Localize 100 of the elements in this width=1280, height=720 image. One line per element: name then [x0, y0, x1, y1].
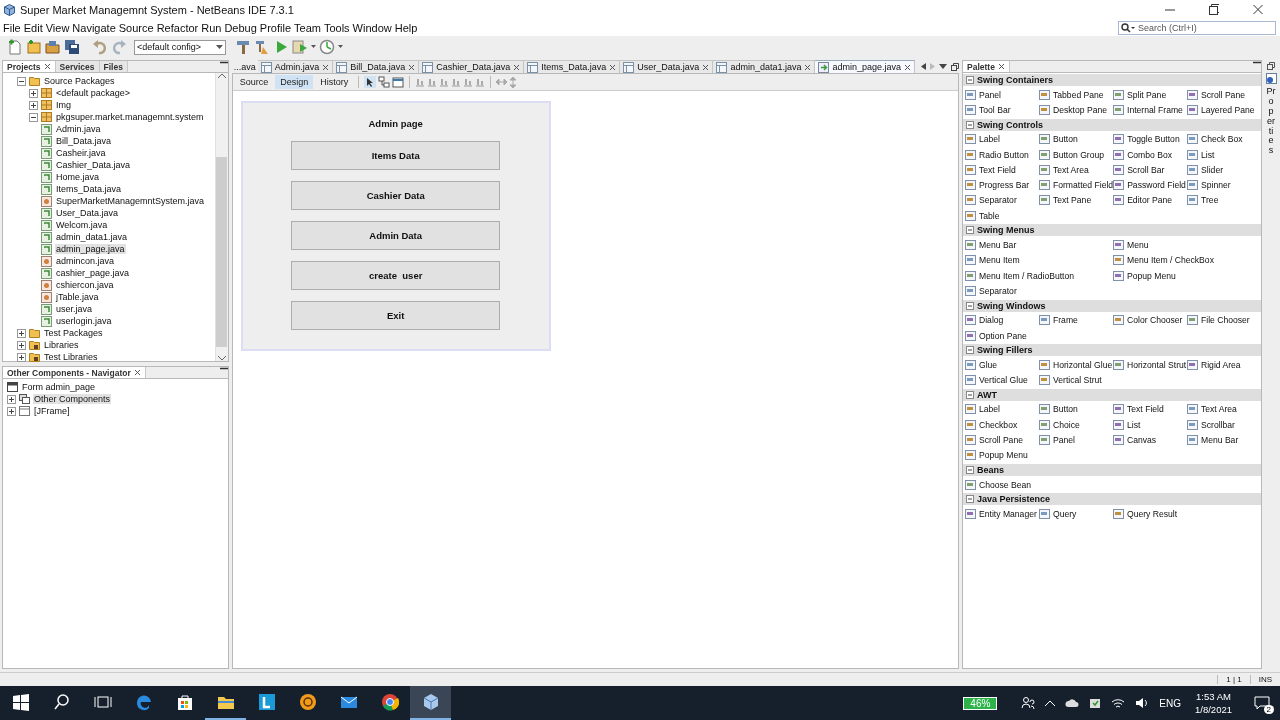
- component-entry[interactable]: Tool Bar: [965, 102, 1039, 118]
- outline-node[interactable]: [JFrame]: [33, 406, 71, 416]
- form-button[interactable]: Items Data: [291, 141, 501, 170]
- outline-node[interactable]: admincon.java: [55, 256, 116, 266]
- collapse-icon[interactable]: [29, 112, 38, 122]
- component-entry[interactable]: Choice: [1039, 417, 1113, 433]
- component-entry[interactable]: Button Group: [1038, 146, 1114, 163]
- category-header[interactable]: Java Persistence: [963, 493, 1261, 506]
- search-icon[interactable]: [52, 693, 71, 711]
- config-dropdown[interactable]: <default config>: [134, 39, 226, 55]
- component-entry[interactable]: Menu Bar: [965, 237, 1113, 253]
- cloud-icon[interactable]: [1065, 698, 1080, 708]
- editor-tab[interactable]: admin_data1.java: [713, 60, 816, 73]
- selection-mode-icon[interactable]: [364, 76, 377, 88]
- dock-tab[interactable]: Services: [55, 61, 100, 72]
- component-entry[interactable]: Query: [1039, 506, 1113, 522]
- component-entry[interactable]: Radio Button: [965, 146, 1039, 163]
- open-project-icon[interactable]: [45, 39, 61, 55]
- category-header[interactable]: Beans: [963, 463, 1261, 476]
- component-entry[interactable]: Horizontal Strut: [1113, 357, 1187, 373]
- edge-icon[interactable]: [134, 693, 153, 711]
- search-field[interactable]: Search (Ctrl+I): [1118, 20, 1276, 35]
- close-icon[interactable]: [408, 63, 416, 71]
- component-entry[interactable]: Scroll Bar: [1113, 162, 1188, 178]
- category-header[interactable]: Swing Controls: [963, 118, 1261, 131]
- component-entry[interactable]: Check Box: [1187, 131, 1261, 147]
- debug-icon[interactable]: [292, 39, 308, 55]
- menubar-entry[interactable]: Edit: [23, 21, 46, 34]
- component-entry[interactable]: Rigid Area: [1187, 357, 1261, 373]
- scrollbar[interactable]: [214, 73, 228, 361]
- component-entry[interactable]: Menu Item / CheckBox: [1113, 252, 1261, 268]
- component-entry[interactable]: Separator: [965, 283, 1113, 299]
- outline-node[interactable]: Other Components: [33, 394, 112, 404]
- clock-time[interactable]: 1:53 AM: [1196, 690, 1231, 703]
- component-entry[interactable]: Popup Menu: [1113, 267, 1261, 284]
- outline-node[interactable]: Items_Data.java: [55, 184, 123, 194]
- expand-icon[interactable]: [17, 340, 26, 350]
- outline-node[interactable]: Img: [55, 100, 72, 110]
- outline-node[interactable]: user.java: [55, 304, 94, 314]
- component-entry[interactable]: Menu Item / RadioButton: [965, 267, 1113, 284]
- clean-build-icon[interactable]: [254, 39, 270, 55]
- scroll-left-icon[interactable]: [921, 63, 926, 70]
- view-tab[interactable]: History: [315, 75, 354, 89]
- component-entry[interactable]: Button: [1038, 131, 1114, 147]
- component-entry[interactable]: List: [1187, 146, 1261, 163]
- component-entry[interactable]: Menu: [1113, 237, 1261, 253]
- component-entry[interactable]: Checkbox: [965, 417, 1039, 433]
- outline-node[interactable]: Welcom.java: [55, 220, 109, 230]
- preview-icon[interactable]: [392, 76, 405, 88]
- component-entry[interactable]: Editor Pane: [1113, 192, 1188, 209]
- expand-icon[interactable]: [7, 394, 16, 404]
- expand-icon[interactable]: [29, 100, 38, 110]
- component-entry[interactable]: Canvas: [1113, 432, 1187, 448]
- scroll-down-icon[interactable]: [217, 356, 226, 361]
- component-entry[interactable]: Scroll Pane: [1187, 87, 1261, 103]
- menubar-entry[interactable]: Profile: [259, 21, 294, 34]
- outline-node[interactable]: Libraries: [43, 340, 80, 350]
- component-entry[interactable]: Query Result: [1113, 506, 1187, 522]
- menubar-entry[interactable]: Source: [118, 21, 157, 34]
- outline-node[interactable]: userlogin.java: [55, 316, 113, 326]
- component-entry[interactable]: Scroll Pane: [965, 432, 1039, 448]
- outline-node[interactable]: admin_page.java: [55, 244, 126, 254]
- component-entry[interactable]: Desktop Pane: [1039, 102, 1113, 118]
- component-entry[interactable]: Separator: [965, 192, 1039, 209]
- category-header[interactable]: Swing Containers: [963, 74, 1261, 86]
- shield-icon[interactable]: [1089, 697, 1102, 709]
- menubar-entry[interactable]: Run: [201, 21, 225, 34]
- component-entry[interactable]: Glue: [965, 357, 1039, 373]
- shopping-bag-icon[interactable]: [175, 693, 194, 711]
- component-entry[interactable]: Internal Frame: [1113, 102, 1187, 118]
- component-entry[interactable]: Vertical Glue: [965, 372, 1039, 388]
- component-entry[interactable]: Toggle Button: [1113, 131, 1188, 147]
- clock-date[interactable]: 1/8/2021: [1195, 703, 1232, 716]
- component-entry[interactable]: Tabbed Pane: [1039, 87, 1113, 103]
- close-icon[interactable]: [702, 63, 710, 71]
- expand-icon[interactable]: [17, 352, 26, 362]
- component-entry[interactable]: Frame: [1039, 312, 1113, 328]
- component-entry[interactable]: Menu Bar: [1187, 432, 1261, 448]
- dock-tab[interactable]: Files: [99, 61, 128, 72]
- menubar-entry[interactable]: Refactor: [156, 21, 202, 34]
- minimize-icon[interactable]: [1253, 61, 1261, 64]
- menubar-entry[interactable]: Team: [294, 21, 324, 34]
- category-header[interactable]: Swing Fillers: [963, 344, 1261, 357]
- minimize-icon[interactable]: [219, 367, 228, 370]
- form-button[interactable]: Cashier Data: [291, 181, 501, 210]
- close-icon[interactable]: [43, 63, 51, 70]
- component-entry[interactable]: Text Area: [1187, 401, 1261, 418]
- editor-tab[interactable]: Cashier_Data.java: [419, 60, 525, 73]
- outline-node[interactable]: User_Data.java: [55, 208, 120, 218]
- component-entry[interactable]: Password Field: [1113, 177, 1188, 193]
- menubar-entry[interactable]: Tools: [323, 21, 353, 34]
- component-entry[interactable]: Horizontal Glue: [1039, 357, 1113, 373]
- close-icon[interactable]: [322, 63, 330, 71]
- editor-tab[interactable]: Admin.java: [257, 60, 334, 73]
- menubar-entry[interactable]: View: [45, 21, 73, 34]
- people-icon[interactable]: [1021, 696, 1036, 710]
- component-entry[interactable]: Label: [965, 401, 1039, 418]
- category-header[interactable]: Swing Menus: [963, 224, 1261, 237]
- editor-tab[interactable]: Bill_Data.java: [333, 60, 420, 73]
- editor-tab[interactable]: User_Data.java: [620, 60, 714, 73]
